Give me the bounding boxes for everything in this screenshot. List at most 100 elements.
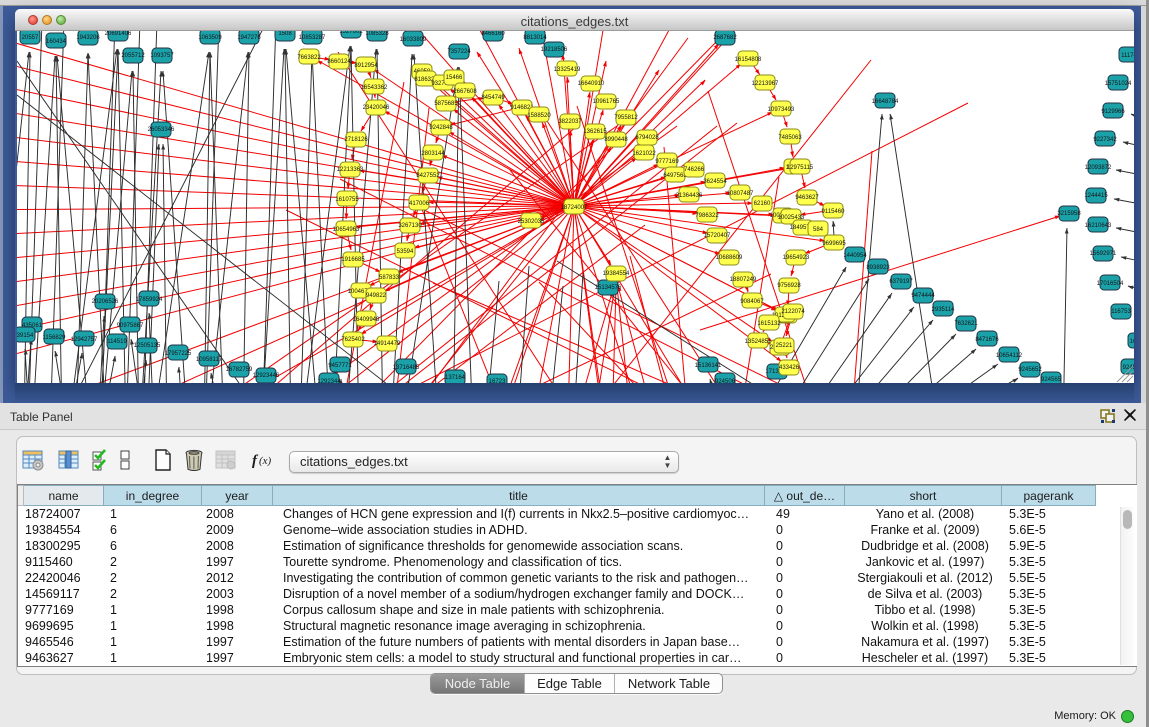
svg-text:2055712: 2055712	[121, 53, 145, 59]
svg-text:9777169: 9777169	[655, 159, 679, 165]
svg-text:746266: 746266	[684, 167, 705, 173]
svg-text:1292344: 1292344	[317, 379, 341, 383]
svg-text:25221: 25221	[776, 343, 793, 349]
svg-text:9245652: 9245652	[1018, 367, 1042, 373]
svg-text:11174: 11174	[1121, 53, 1134, 59]
svg-text:2687682: 2687682	[713, 35, 737, 41]
svg-text:5875685: 5875685	[434, 101, 458, 107]
svg-text:3624554: 3624554	[703, 179, 727, 185]
svg-text:19654923: 19654923	[783, 255, 810, 261]
svg-text:12923446: 12923446	[253, 373, 280, 379]
svg-text:1508: 1508	[278, 31, 292, 37]
svg-text:7632621: 7632621	[954, 321, 978, 327]
svg-text:9129966: 9129966	[1101, 109, 1125, 115]
svg-text:1615132: 1615132	[757, 321, 781, 327]
svg-text:2935114: 2935114	[932, 307, 956, 313]
svg-text:1588520: 1588520	[527, 113, 551, 119]
svg-text:1621022: 1621022	[632, 151, 656, 157]
svg-text:9457771: 9457771	[328, 363, 352, 369]
svg-text:10973493: 10973493	[768, 107, 795, 113]
svg-text:1916685: 1916685	[341, 257, 365, 263]
svg-text:39154: 39154	[17, 333, 34, 339]
svg-text:53594: 53594	[397, 249, 414, 255]
svg-text:8938923: 8938923	[866, 265, 890, 271]
svg-text:10654963: 10654963	[333, 227, 360, 233]
svg-text:1063509: 1063509	[198, 35, 222, 41]
svg-text:25302035: 25302035	[518, 219, 545, 225]
svg-text:16648784: 16648784	[872, 99, 899, 105]
svg-text:8471676: 8471676	[975, 337, 999, 343]
svg-text:1943206: 1943206	[76, 35, 100, 41]
svg-text:433426: 433426	[779, 365, 800, 371]
svg-text:924565: 924565	[1041, 377, 1062, 383]
svg-text:8427552: 8427552	[416, 173, 440, 179]
svg-text:16723: 16723	[489, 379, 506, 383]
svg-text:9242848: 9242848	[429, 125, 453, 131]
svg-text:1244415: 1244415	[1084, 193, 1108, 199]
svg-text:3215958: 3215958	[1057, 211, 1081, 217]
svg-text:15134576: 15134576	[595, 285, 622, 291]
svg-text:8660124: 8660124	[327, 59, 351, 65]
svg-text:21364436: 21364436	[676, 193, 703, 199]
svg-text:9474444: 9474444	[911, 293, 935, 299]
svg-text:12213363: 12213363	[337, 167, 364, 173]
svg-text:16423: 16423	[1130, 339, 1134, 345]
svg-text:16210643: 16210643	[1085, 223, 1112, 229]
svg-text:14914479: 14914479	[374, 341, 401, 347]
svg-text:9756928: 9756928	[777, 283, 801, 289]
svg-text:16033809: 16033809	[400, 37, 427, 43]
svg-text:1156829: 1156829	[43, 335, 67, 341]
svg-text:9227342: 9227342	[1093, 137, 1117, 143]
svg-text:10958117: 10958117	[196, 357, 223, 363]
svg-text:20206526: 20206526	[92, 299, 119, 305]
svg-text:8990448: 8990448	[604, 137, 628, 143]
svg-text:6379197: 6379197	[889, 279, 913, 285]
svg-text:1947276: 1947276	[237, 35, 261, 41]
svg-text:20557: 20557	[22, 35, 39, 41]
svg-text:62160: 62160	[754, 201, 771, 207]
svg-text:1093757: 1093757	[150, 53, 174, 59]
svg-text:19218506: 19218506	[541, 47, 568, 53]
svg-text:9115460: 9115460	[822, 209, 846, 215]
svg-text:12093872: 12093872	[1085, 165, 1112, 171]
svg-text:13524851: 13524851	[745, 339, 772, 345]
svg-text:15466: 15466	[446, 75, 463, 81]
svg-text:17957225: 17957225	[165, 351, 192, 357]
svg-text:8466160: 8466160	[481, 31, 505, 37]
svg-text:7625402: 7625402	[341, 337, 365, 343]
svg-text:15720407: 15720407	[704, 233, 731, 239]
svg-text:10961765: 10961765	[593, 99, 620, 105]
svg-text:1527602: 1527602	[339, 31, 363, 35]
svg-text:8813014: 8813014	[523, 35, 547, 41]
svg-text:10853287: 10853287	[299, 35, 326, 41]
svg-text:2667608: 2667608	[453, 89, 477, 95]
svg-text:16640910: 16640910	[578, 81, 605, 87]
svg-text:6794028: 6794028	[635, 135, 659, 141]
svg-text:949822: 949822	[366, 293, 387, 299]
svg-text:584: 584	[813, 227, 824, 233]
svg-text:10654112: 10654112	[996, 353, 1023, 359]
svg-text:16154808: 16154808	[735, 57, 762, 63]
svg-text:12975115: 12975115	[787, 165, 814, 171]
svg-text:12213967: 12213967	[752, 81, 779, 87]
svg-text:18724007: 18724007	[561, 205, 588, 211]
svg-text:3822037: 3822037	[558, 119, 582, 125]
svg-text:12942757: 12942757	[71, 337, 98, 343]
svg-text:2718126: 2718126	[344, 137, 368, 143]
svg-text:16782759: 16782759	[226, 367, 253, 373]
svg-text:f: f	[252, 453, 259, 469]
svg-text:137164: 137164	[445, 375, 466, 381]
svg-text:2803144: 2803144	[421, 151, 445, 157]
svg-text:17859924: 17859924	[136, 297, 163, 303]
svg-text:18807249: 18807249	[730, 277, 757, 283]
svg-text:587833: 587833	[379, 275, 400, 281]
svg-text:924506: 924506	[715, 379, 736, 383]
svg-text:7357224: 7357224	[447, 49, 471, 55]
svg-text:9084067: 9084067	[740, 299, 764, 305]
svg-text:114519: 114519	[107, 339, 127, 345]
svg-text:116753: 116753	[1111, 309, 1131, 315]
svg-text:15692971: 15692971	[1090, 251, 1117, 257]
svg-text:3267130: 3267130	[398, 223, 422, 229]
svg-text:90975867: 90975867	[117, 323, 144, 329]
svg-text:9699695: 9699695	[822, 241, 846, 247]
